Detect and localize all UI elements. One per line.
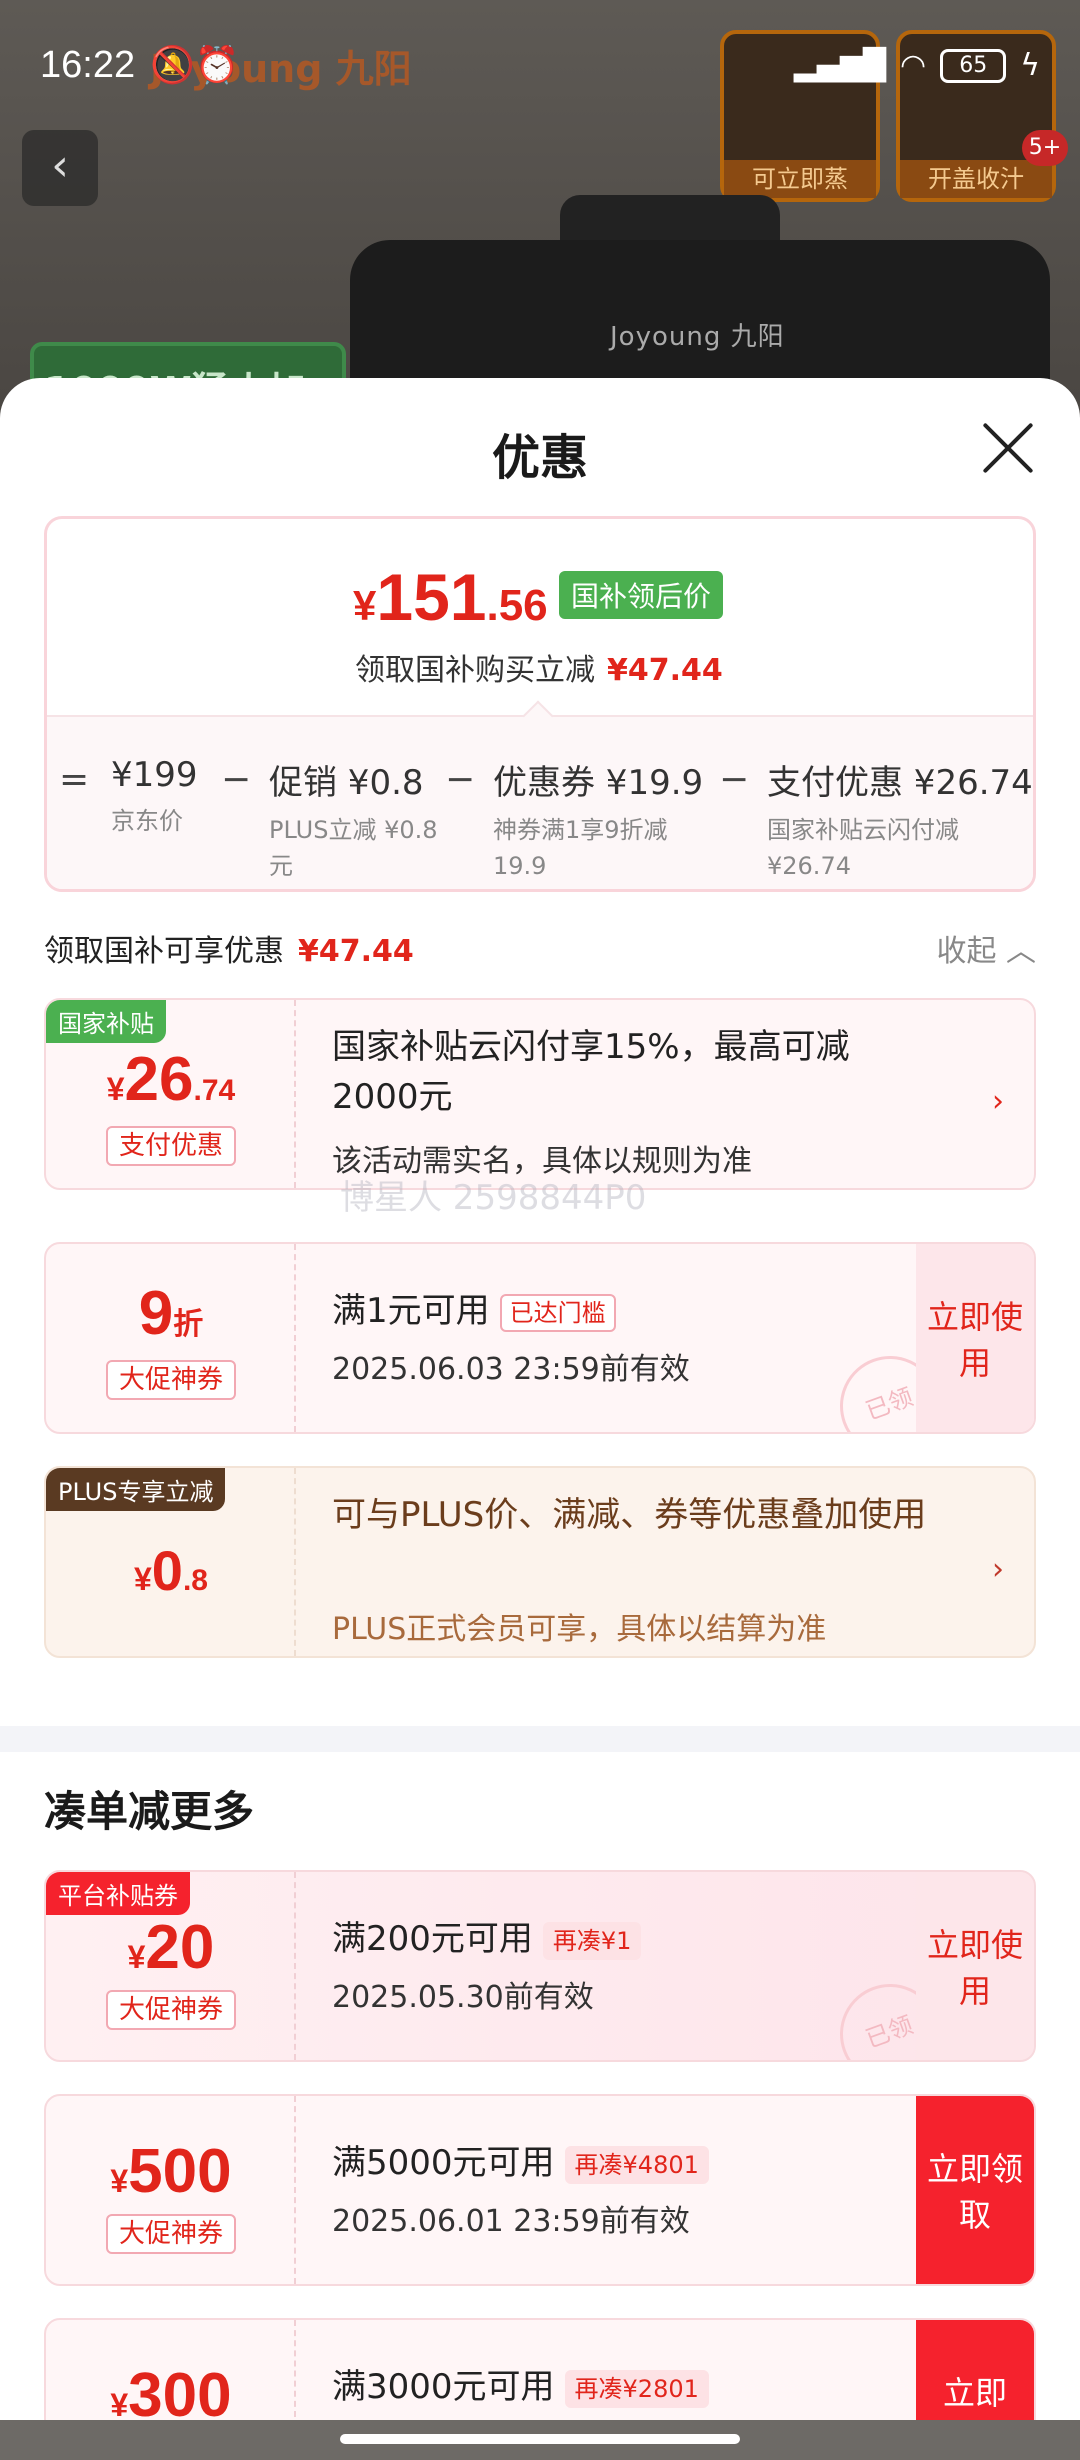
coupon-title: 满200元可用 再凑¥1 [332,1914,642,1964]
coupon-card-500[interactable]: ¥500 大促神券 满5000元可用 再凑¥4801 2025.06.01 23:… [44,2094,1036,2286]
coupon-type-chip: 大促神券 [106,1360,236,1400]
coupon-amount: ¥500 [110,2137,232,2206]
corner-tag: 国家补贴 [46,1000,166,1043]
price-breakdown: = ¥199 京东价 − 促销 ¥0.8 PLUS立减 ¥0.8元 − 优惠券 … [47,700,1033,889]
status-pill: 已达门槛 [499,1293,616,1332]
breakdown-item: 支付优惠 ¥26.74 国家补贴云闪付减 ¥26.74 [767,763,1033,880]
chevron-right-icon: › [992,1552,1004,1587]
enjoy-line: 领取国补可享优惠 ¥47.44 [44,934,414,969]
gesture-bar [0,2420,1080,2460]
product-brand-print: Joyoung 九阳 [610,322,785,352]
section-divider [0,1726,1080,1752]
status-pill: 再凑¥1 [542,1921,642,1960]
coupon-desc: 2025.06.03 23:59前有效 [332,1352,690,1387]
home-indicator[interactable] [340,2434,740,2444]
coupon-title: 满5000元可用 再凑¥4801 [332,2138,709,2188]
section-title: 凑单减更多 [44,1787,255,1836]
coupon-desc: PLUS正式会员可享，具体以结算为准 [332,1612,827,1647]
status-time: 16:22 [40,44,136,86]
saving-line: 领取国补购买立减 ¥47.44 [355,653,723,688]
battery-icon: 65 [940,48,1007,83]
coupon-amount: 9折 [138,1279,204,1348]
sheet-title: 优惠 [491,430,588,486]
close-icon[interactable] [980,420,1036,476]
collapse-button[interactable]: 收起 ︿ [936,926,1036,970]
breakdown-item: 优惠券 ¥19.9 神券满1享9折减 19.9 [493,763,704,880]
breakdown-op: − [719,759,750,800]
coupon-card-platform[interactable]: 平台补贴券 ¥20 大促神券 满200元可用 再凑¥1 2025.05.30前有效… [44,1870,1036,2062]
breakdown-item: 促销 ¥0.8 PLUS立减 ¥0.8元 [269,763,438,880]
wifi-icon: ◠ [900,48,927,83]
coupon-desc: 2025.06.01 23:59前有效 [332,2204,690,2239]
claim-now-button[interactable]: 立即领取 [916,2096,1034,2284]
coupon-amount: ¥20 [127,1913,215,1982]
coupon-card-subsidy[interactable]: 国家补贴 ¥26.74 支付优惠 国家补贴云闪付享15%，最高可减2000元 该… [44,998,1036,1190]
breakdown-item: ¥199 京东价 [111,755,198,835]
status-pill: 再凑¥2801 [564,2369,709,2408]
discount-sheet: 优惠 ¥151.56 国补领后价 领取国补购买立减 ¥47.44 = ¥199 京… [0,378,1080,2460]
coupon-card-discount[interactable]: 9折 大促神券 满1元可用 已达门槛 2025.06.03 23:59前有效 已领… [44,1242,1036,1434]
final-price: ¥151.56 [353,560,548,634]
coupon-card-plus[interactable]: PLUS专享立减 ¥0.8 可与PLUS价、满减、券等优惠叠加使用 PLUS正式… [44,1466,1036,1658]
corner-tag: 平台补贴券 [46,1872,190,1915]
watermark: 博星人 2598844P0 [340,1178,647,1218]
back-button[interactable]: ‹ [22,130,98,206]
coupon-title: 满1元可用 已达门槛 [332,1286,616,1336]
alarm-icon: 🔕⏰ [150,45,240,86]
chevron-right-icon: › [992,1084,1004,1119]
price-summary: ¥151.56 国补领后价 领取国补购买立减 ¥47.44 = ¥199 京东价 … [44,516,1036,892]
coupon-desc: 2025.05.30前有效 [332,1980,594,2015]
coupon-type-chip: 大促神券 [106,1990,236,2030]
corner-tag: PLUS专享立减 [46,1468,226,1511]
coupon-title: 可与PLUS价、满减、券等优惠叠加使用 [332,1495,927,1535]
breakdown-op: − [221,759,252,800]
use-now-button[interactable]: 立即使用 [916,1244,1034,1432]
status-bar: 16:22 🔕⏰ ▂▄▆█ ◠ 65 ϟ [0,0,1080,130]
notification-badge: 5+ [1022,130,1068,166]
coupon-type-chip: 支付优惠 [106,1126,236,1166]
coupon-title: 满3000元可用 再凑¥2801 [332,2362,709,2412]
chevron-up-icon: ︿ [1006,934,1036,969]
signal-icon: ▂▄▆█ [793,48,887,83]
status-pill: 再凑¥4801 [564,2145,709,2184]
coupon-amount: ¥0.8 [134,1539,208,1602]
coupon-type-chip: 大促神券 [106,2214,236,2254]
breakdown-op: = [59,759,90,800]
use-now-button[interactable]: 立即使用 [916,1872,1034,2060]
breakdown-op: − [445,759,476,800]
coupon-amount: ¥26.74 [106,1045,236,1114]
charging-icon: ϟ [1020,48,1040,83]
coupon-title: 国家补贴云闪付享15%，最高可减2000元 [332,1027,850,1117]
price-tag: 国补领后价 [559,571,724,619]
